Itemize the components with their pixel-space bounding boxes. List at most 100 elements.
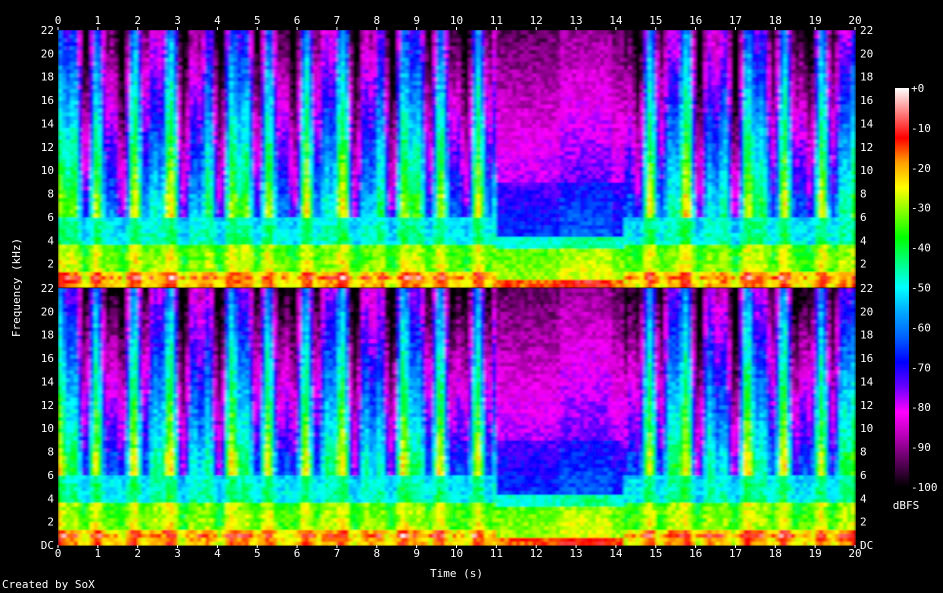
spectrogram-cell <box>174 155 179 159</box>
spectrogram-cell <box>197 182 202 186</box>
spectrogram-cell <box>341 34 346 38</box>
spectrogram-cell <box>78 57 83 61</box>
spectrogram-cell <box>293 53 298 57</box>
spectrogram-cell <box>337 81 342 85</box>
spectrogram-cell <box>281 244 286 248</box>
spectrogram-cell <box>237 155 242 159</box>
spectrogram-cell <box>309 92 314 96</box>
spectrogram-cell <box>166 112 171 116</box>
spectrogram-cell <box>225 57 230 61</box>
spectrogram-cell <box>337 85 342 89</box>
spectrogram-cell <box>58 221 63 225</box>
spectrogram-cell <box>297 229 302 233</box>
spectrogram-cell <box>257 81 262 85</box>
spectrogram-cell <box>265 229 270 233</box>
spectrogram-cell <box>170 77 175 81</box>
spectrogram-cell <box>249 225 254 229</box>
spectrogram-cell <box>245 229 250 233</box>
spectrogram-cell <box>277 283 282 287</box>
spectrogram-cell <box>190 229 195 233</box>
spectrogram-cell <box>325 73 330 77</box>
spectrogram-cell <box>90 155 95 159</box>
spectrogram-cell <box>253 131 258 135</box>
spectrogram-cell <box>289 186 294 190</box>
spectrogram-cell <box>333 186 338 190</box>
spectrogram-cell <box>225 178 230 182</box>
spectrogram-cell <box>106 143 111 147</box>
spectrogram-cell <box>321 264 326 268</box>
spectrogram-cell <box>229 77 234 81</box>
spectrogram-cell <box>245 120 250 124</box>
spectrogram-cell <box>217 194 222 198</box>
spectrogram-cell <box>325 197 330 201</box>
spectrogram-cell <box>138 127 143 131</box>
spectrogram-cell <box>86 279 91 283</box>
spectrogram-cell <box>98 182 103 186</box>
spectrogram-cell <box>130 194 135 198</box>
spectrogram-cell <box>233 170 238 174</box>
spectrogram-cell <box>281 159 286 163</box>
spectrogram-cell <box>98 162 103 166</box>
spectrogram-cell <box>154 229 159 233</box>
spectrogram-cell <box>58 279 63 283</box>
spectrogram-cell <box>349 85 354 89</box>
spectrogram-cell <box>86 127 91 131</box>
spectrogram-cell <box>142 38 147 42</box>
spectrogram-cell <box>66 221 71 225</box>
spectrogram-cell <box>102 283 107 287</box>
spectrogram-cell <box>150 77 155 81</box>
spectrogram-cell <box>78 174 83 178</box>
spectrogram-cell <box>329 49 334 53</box>
spectrogram-cell <box>249 116 254 120</box>
spectrogram-cell <box>162 205 167 209</box>
spectrogram-cell <box>201 252 206 256</box>
spectrogram-cell <box>106 127 111 131</box>
spectrogram-cell <box>78 217 83 221</box>
spectrogram-cell <box>154 240 159 244</box>
spectrogram-cell <box>138 100 143 104</box>
spectrogram-cell <box>293 260 298 264</box>
spectrogram-cell <box>325 81 330 85</box>
spectrogram-cell <box>209 34 214 38</box>
spectrogram-cell <box>249 53 254 57</box>
spectrogram-cell <box>317 65 322 69</box>
spectrogram-cell <box>62 112 67 116</box>
spectrogram-cell <box>221 248 226 252</box>
spectrogram-cell <box>66 268 71 272</box>
spectrogram-cell <box>345 85 350 89</box>
spectrogram-cell <box>345 127 350 131</box>
spectrogram-cell <box>285 205 290 209</box>
spectrogram-cell <box>333 49 338 53</box>
spectrogram-cell <box>178 73 183 77</box>
spectrogram-cell <box>58 248 63 252</box>
spectrogram-cell <box>297 120 302 124</box>
spectrogram-cell <box>122 112 127 116</box>
spectrogram-cell <box>114 178 119 182</box>
spectrogram-cell <box>186 221 191 225</box>
spectrogram-cell <box>273 205 278 209</box>
spectrogram-cell <box>305 155 310 159</box>
spectrogram-cell <box>74 197 79 201</box>
spectrogram-cell <box>174 53 179 57</box>
spectrogram-cell <box>309 96 314 100</box>
spectrogram-cell <box>325 178 330 182</box>
spectrogram-cell <box>321 127 326 131</box>
spectrogram-cell <box>70 197 75 201</box>
spectrogram-cell <box>78 186 83 190</box>
spectrogram-cell <box>70 53 75 57</box>
spectrogram-cell <box>269 96 274 100</box>
spectrogram-cell <box>166 88 171 92</box>
spectrogram-cell <box>289 127 294 131</box>
spectrogram-cell <box>66 186 71 190</box>
spectrogram-cell <box>174 123 179 127</box>
spectrogram-cell <box>130 256 135 260</box>
spectrogram-cell <box>126 127 131 131</box>
spectrogram-cell <box>221 279 226 283</box>
spectrogram-cell <box>329 112 334 116</box>
spectrogram-cell <box>182 225 187 229</box>
spectrogram-cell <box>321 236 326 240</box>
spectrogram-cell <box>78 123 83 127</box>
spectrogram-cell <box>190 147 195 151</box>
spectrogram-cell <box>277 275 282 279</box>
spectrogram-cell <box>186 260 191 264</box>
